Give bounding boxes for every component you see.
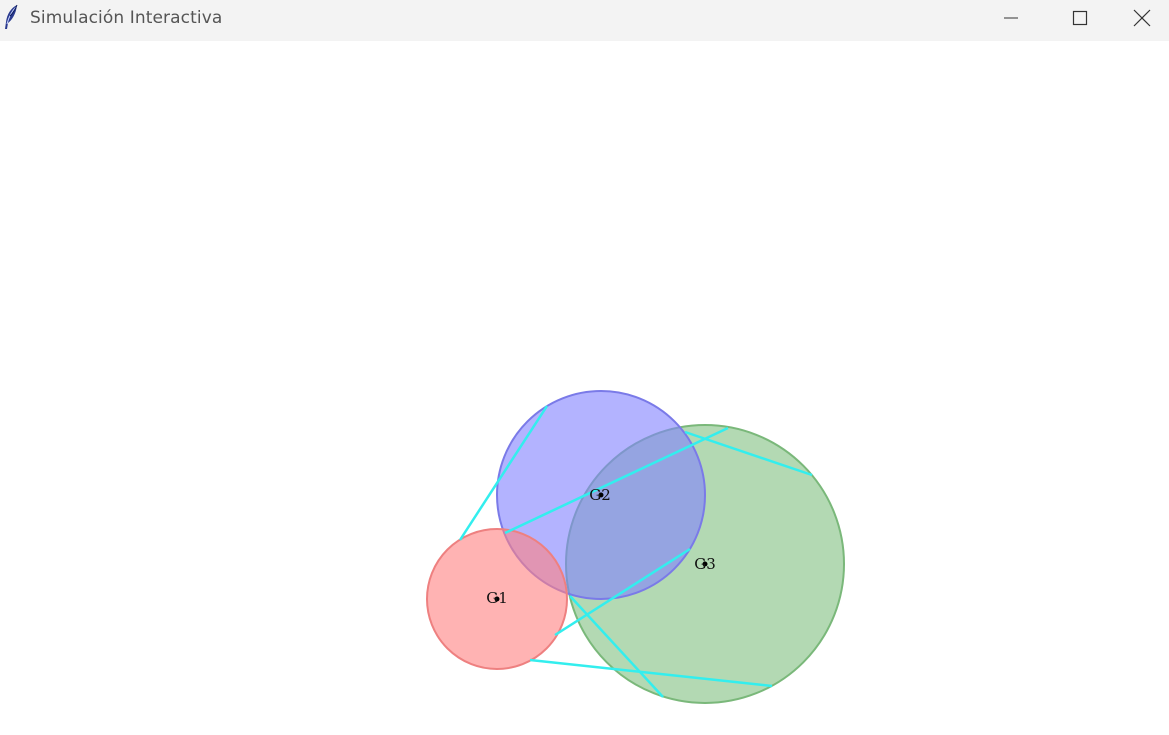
node-g2-label: G2 <box>589 486 611 504</box>
close-icon <box>1133 9 1151 27</box>
maximize-icon <box>1072 10 1088 26</box>
app-window: Simulación Interactiva G1 G2 G3 <box>0 0 1169 735</box>
feather-icon <box>2 4 20 30</box>
window-title: Simulación Interactiva <box>30 8 223 28</box>
simulation-canvas[interactable]: G1 G2 G3 <box>0 41 1169 735</box>
node-g1-label: G1 <box>486 589 508 607</box>
maximize-button[interactable] <box>1045 0 1115 36</box>
minimize-button[interactable] <box>976 0 1046 36</box>
node-g3-label: G3 <box>694 555 716 573</box>
minimize-icon <box>1003 10 1019 26</box>
close-button[interactable] <box>1115 0 1169 36</box>
title-bar[interactable]: Simulación Interactiva <box>0 0 1169 41</box>
